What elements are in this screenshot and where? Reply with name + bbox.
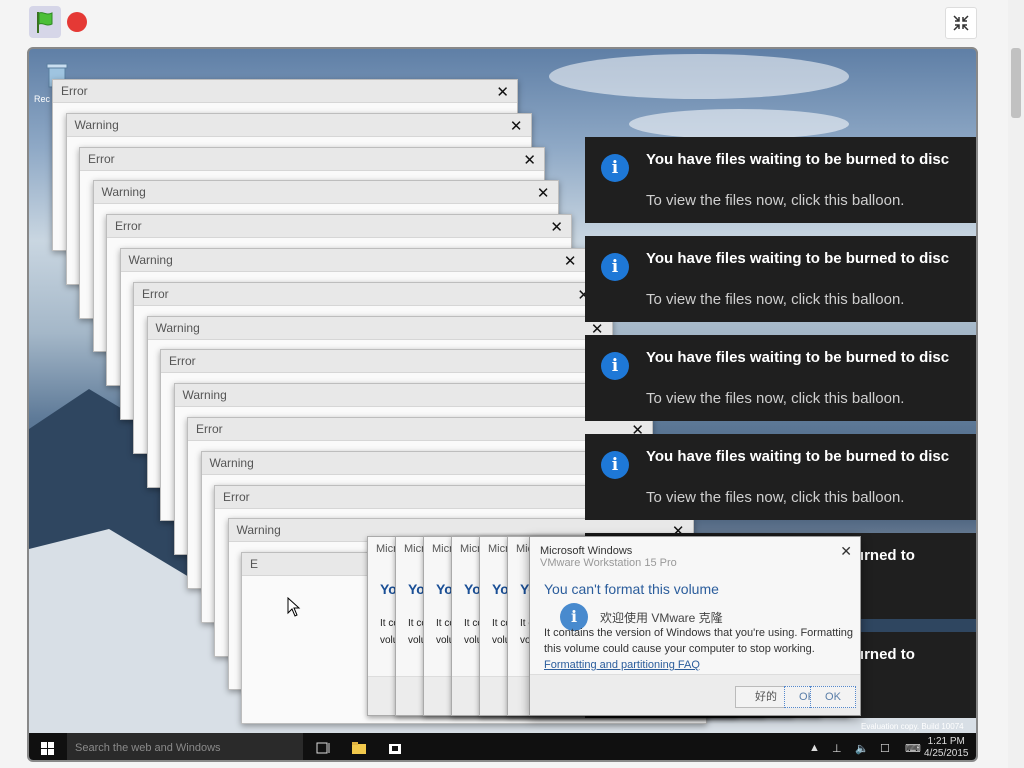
balloon-subtitle: To view the files now, click this balloo…	[646, 291, 905, 308]
close-icon[interactable]: ✕	[510, 117, 523, 135]
dialog-title: Error	[80, 147, 544, 171]
notification-icon[interactable]: ☐	[880, 742, 890, 755]
shrink-icon	[953, 15, 969, 31]
keyboard-icon[interactable]: ⌨	[905, 742, 921, 755]
green-flag-button[interactable]	[29, 6, 61, 38]
recycle-bin-label: Rec	[34, 94, 51, 104]
info-icon: i	[601, 253, 629, 281]
info-icon: i	[601, 352, 629, 380]
balloon-subtitle: To view the files now, click this balloo…	[646, 192, 905, 209]
dialog-title: Error	[107, 215, 571, 239]
close-icon[interactable]: ✕	[496, 83, 509, 101]
task-view-icon[interactable]	[315, 740, 331, 756]
clock-date: 4/25/2015	[924, 748, 969, 759]
info-icon: i	[601, 451, 629, 479]
close-icon[interactable]: ✕	[550, 218, 563, 236]
toolbar	[0, 0, 1024, 44]
taskbar-clock[interactable]: 1:21 PM 4/25/2015	[924, 736, 969, 760]
burn-disc-balloon[interactable]: i You have files waiting to be burned to …	[585, 236, 976, 322]
exit-fullscreen-button[interactable]	[945, 7, 977, 39]
dialog-title: Microsoft Windows	[540, 545, 633, 557]
dialog-title: Error	[188, 418, 652, 441]
file-explorer-icon[interactable]	[351, 740, 367, 756]
close-icon[interactable]: ✕	[523, 151, 536, 169]
dialog-title: Error	[134, 282, 598, 306]
taskbar: Search the web and Windows ▲ ⊥ 🔈 ☐ ⌨ 1:2…	[29, 733, 976, 760]
info-icon: i	[601, 154, 629, 182]
balloon-title: You have files waiting to be burned to d…	[646, 448, 950, 465]
mouse-cursor-icon	[287, 597, 301, 617]
dialog-chinese-text: 欢迎使用 VMware 克隆	[600, 611, 723, 625]
store-icon[interactable]	[387, 740, 403, 756]
cloud	[629, 109, 849, 139]
tray-arrow-icon[interactable]: ▲	[809, 742, 820, 754]
balloon-title: You have files waiting to be burned to d…	[646, 151, 950, 168]
scrollbar-thumb[interactable]	[1011, 48, 1021, 118]
balloon-subtitle: To view the files now, click this balloo…	[646, 489, 905, 506]
dialog-title: Warning	[93, 181, 558, 205]
dialog-title: Warning	[66, 113, 531, 137]
burn-disc-balloon[interactable]: i You have files waiting to be burned to …	[585, 335, 976, 421]
network-icon[interactable]: ⊥	[832, 742, 842, 755]
format-faq-link[interactable]: Formatting and partitioning FAQ	[544, 659, 700, 671]
balloon-title: You have files waiting to be burned to d…	[646, 250, 950, 267]
dialog-title: Error	[53, 80, 517, 103]
evaluation-watermark: Evaluation copy. Build 10074	[861, 722, 964, 731]
burn-disc-balloon[interactable]: i You have files waiting to be burned to …	[585, 137, 976, 223]
dialog-title: Warning	[174, 384, 639, 408]
burn-disc-balloon[interactable]: i You have files waiting to be burned to …	[585, 434, 976, 520]
clock-time: 1:21 PM	[927, 736, 965, 747]
dialog-body-text: It contains the version of Windows that …	[544, 627, 854, 655]
dialog-title-behind: VMware Workstation 15 Pro	[540, 557, 677, 569]
balloon-title: You have files waiting to be burned to d…	[646, 349, 950, 366]
format-error-dialog: VMware Workstation 15 Pro Microsoft Wind…	[529, 536, 861, 716]
balloon-subtitle: To view the files now, click this balloo…	[646, 390, 905, 407]
volume-icon[interactable]: 🔈	[855, 742, 869, 755]
close-icon[interactable]: ✕	[840, 543, 852, 560]
dialog-heading: You can't format this volume	[544, 581, 719, 597]
dialog-body: It contains the version of Windows that …	[544, 625, 854, 673]
ok-button-2[interactable]: OK	[810, 686, 856, 708]
stage: Rec Error ✕ Warning ✕ Error ✕ Warning ✕ Error ✕ Wa…	[27, 47, 978, 762]
close-icon[interactable]: ✕	[537, 184, 550, 202]
close-icon[interactable]: ✕	[564, 252, 577, 270]
dialog-title: Error	[161, 350, 625, 374]
cloud	[549, 54, 849, 99]
green-flag-icon	[37, 12, 53, 33]
dialog-title: Warning	[147, 316, 612, 340]
windows-start-icon[interactable]	[41, 742, 54, 755]
taskbar-search-placeholder: Search the web and Windows	[75, 742, 221, 754]
dialog-title: Warning	[120, 249, 585, 272]
dialog-footer: 好的 OK OK	[530, 674, 860, 715]
stop-button[interactable]	[67, 12, 87, 32]
